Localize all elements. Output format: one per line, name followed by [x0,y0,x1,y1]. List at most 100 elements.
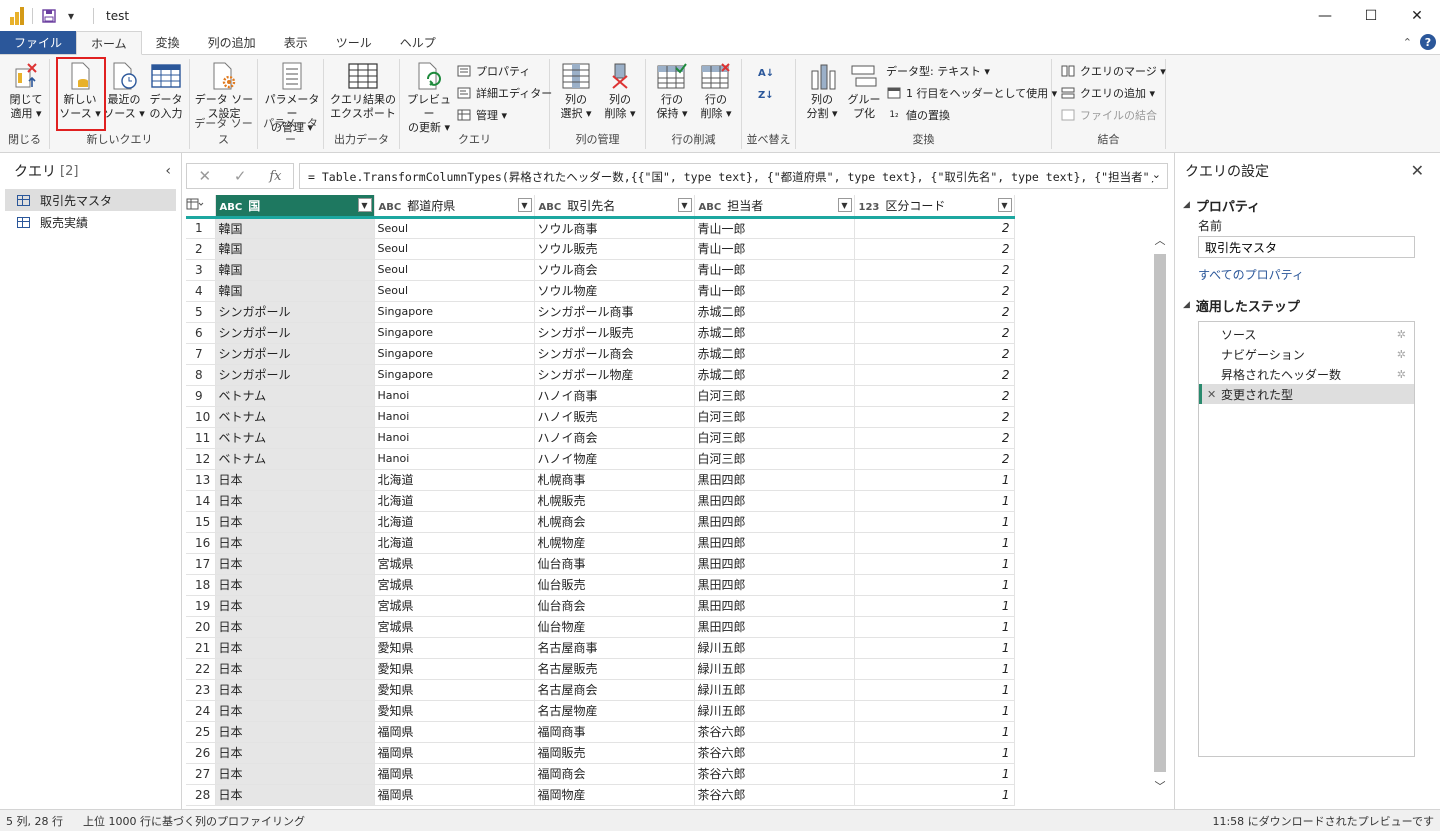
tab-file[interactable]: ファイル [0,31,77,54]
table-cell[interactable]: 2 [854,448,1015,470]
query-item-torihikisaki[interactable]: 取引先マスタ [5,189,176,211]
table-cell[interactable]: Singapore [374,322,535,344]
use-first-row-headers-button[interactable]: 1 行目をヘッダーとして使用 ▾ [886,83,1057,103]
table-cell[interactable]: ベトナム [215,427,375,449]
table-cell[interactable]: 日本 [215,532,375,554]
filter-dropdown-icon[interactable]: ▼ [517,198,532,212]
table-cell[interactable]: ハノイ商会 [534,427,695,449]
table-cell[interactable]: ベトナム [215,406,375,428]
table-cell[interactable]: 赤城二郎 [694,364,855,386]
table-cell[interactable]: Seoul [374,238,535,260]
table-cell[interactable]: 福岡県 [374,763,535,785]
table-cell[interactable]: ベトナム [215,385,375,407]
table-cell[interactable]: 1 [854,700,1015,722]
merge-queries-button[interactable]: クエリのマージ ▾ [1060,61,1166,81]
table-cell[interactable]: Singapore [374,343,535,365]
table-cell[interactable]: 韓国 [215,280,375,302]
close-panel-icon[interactable]: ✕ [1411,161,1424,180]
table-cell[interactable]: 青山一郎 [694,238,855,260]
table-cell[interactable]: 1 [854,532,1015,554]
sort-descending-icon[interactable]: Z↓ [758,85,774,105]
recent-sources-button[interactable]: 最近の ソース ▾ [102,61,146,131]
filter-dropdown-icon[interactable]: ▼ [357,198,372,212]
table-cell[interactable]: 2 [854,259,1015,281]
table-cell[interactable]: 日本 [215,595,375,617]
query-item-hanbai[interactable]: 販売実績 [5,211,176,233]
table-cell[interactable]: 名古屋商会 [534,679,695,701]
table-cell[interactable]: 日本 [215,511,375,533]
close-apply-button[interactable]: 閉じて 適用 ▾ [4,61,48,131]
table-cell[interactable]: Singapore [374,301,535,323]
table-cell[interactable]: 2 [854,238,1015,260]
table-cell[interactable]: シンガポール商会 [534,343,695,365]
table-cell[interactable]: 1 [854,637,1015,659]
tab-tools[interactable]: ツール [322,31,386,54]
tab-add-column[interactable]: 列の追加 [194,31,270,54]
table-cell[interactable]: 仙台物産 [534,616,695,638]
table-cell[interactable]: 2 [854,322,1015,344]
all-properties-link[interactable]: すべてのプロパティ [1175,266,1440,283]
column-header[interactable]: ABC 国 ▼ [215,195,375,219]
scroll-up-icon[interactable]: ︿ [1152,232,1168,248]
filter-dropdown-icon[interactable]: ▼ [837,198,852,212]
table-cell[interactable]: Seoul [374,217,535,239]
properties-button[interactable]: プロパティ [456,61,530,81]
tab-transform[interactable]: 変換 [142,31,194,54]
delete-step-icon[interactable]: ✕ [1207,388,1216,401]
properties-section[interactable]: ◢ プロパティ [1175,195,1440,215]
table-cell[interactable]: 北海道 [374,532,535,554]
table-cell[interactable]: 1 [854,763,1015,785]
table-cell[interactable]: 1 [854,679,1015,701]
manage-button[interactable]: 管理 ▾ [456,105,507,125]
table-cell[interactable]: 札幌販売 [534,490,695,512]
table-cell[interactable]: 青山一郎 [694,259,855,281]
table-cell[interactable]: 札幌商事 [534,469,695,491]
table-cell[interactable]: 宮城県 [374,595,535,617]
table-cell[interactable]: 日本 [215,616,375,638]
table-cell[interactable]: 北海道 [374,511,535,533]
table-cell[interactable]: 福岡販売 [534,742,695,764]
fx-icon[interactable]: fx [269,169,281,184]
table-cell[interactable]: 青山一郎 [694,217,855,239]
table-cell[interactable]: 1 [854,469,1015,491]
table-cell[interactable]: シンガポール物産 [534,364,695,386]
table-cell[interactable]: 2 [854,406,1015,428]
table-cell[interactable]: Seoul [374,259,535,281]
table-cell[interactable]: ハノイ物産 [534,448,695,470]
table-cell[interactable]: 2 [854,217,1015,239]
advanced-editor-button[interactable]: 詳細エディター [456,83,552,103]
group-by-button[interactable]: グルー プ化 [842,61,886,131]
scrollbar-thumb[interactable] [1154,254,1166,772]
table-cell[interactable]: 緑川五郎 [694,637,855,659]
table-cell[interactable]: 黒田四郎 [694,469,855,491]
remove-rows-button[interactable]: 行の 削除 ▾ [694,61,738,131]
enter-data-button[interactable]: データ の入力 [144,61,188,131]
table-cell[interactable]: 宮城県 [374,616,535,638]
table-cell[interactable]: 黒田四郎 [694,490,855,512]
table-cell[interactable]: 名古屋販売 [534,658,695,680]
table-cell[interactable]: 1 [854,490,1015,512]
table-cell[interactable]: Singapore [374,364,535,386]
column-header[interactable]: 123 区分コード ▼ [854,195,1015,219]
table-cell[interactable]: 黒田四郎 [694,553,855,575]
table-cell[interactable]: 日本 [215,553,375,575]
table-cell[interactable]: 仙台商会 [534,595,695,617]
table-cell[interactable]: 2 [854,343,1015,365]
sort-ascending-icon[interactable]: A↓ [758,63,774,83]
scroll-down-icon[interactable]: ﹀ [1152,778,1168,794]
table-cell[interactable]: ソウル物産 [534,280,695,302]
table-cell[interactable]: 1 [854,574,1015,596]
table-cell[interactable]: 1 [854,595,1015,617]
table-cell[interactable]: ソウル商会 [534,259,695,281]
table-cell[interactable]: 札幌物産 [534,532,695,554]
cancel-formula-button[interactable]: ✕ [198,167,211,185]
collapse-panel-icon[interactable]: ‹ [165,163,171,179]
replace-values-button[interactable]: 1₂ 値の置換 [886,105,950,125]
table-cell[interactable]: 1 [854,658,1015,680]
table-cell[interactable]: 日本 [215,763,375,785]
gear-icon[interactable]: ✲ [1397,348,1406,361]
table-cell[interactable]: 緑川五郎 [694,679,855,701]
table-cell[interactable]: 愛知県 [374,658,535,680]
table-cell[interactable]: シンガポール商事 [534,301,695,323]
table-cell[interactable]: 札幌商会 [534,511,695,533]
